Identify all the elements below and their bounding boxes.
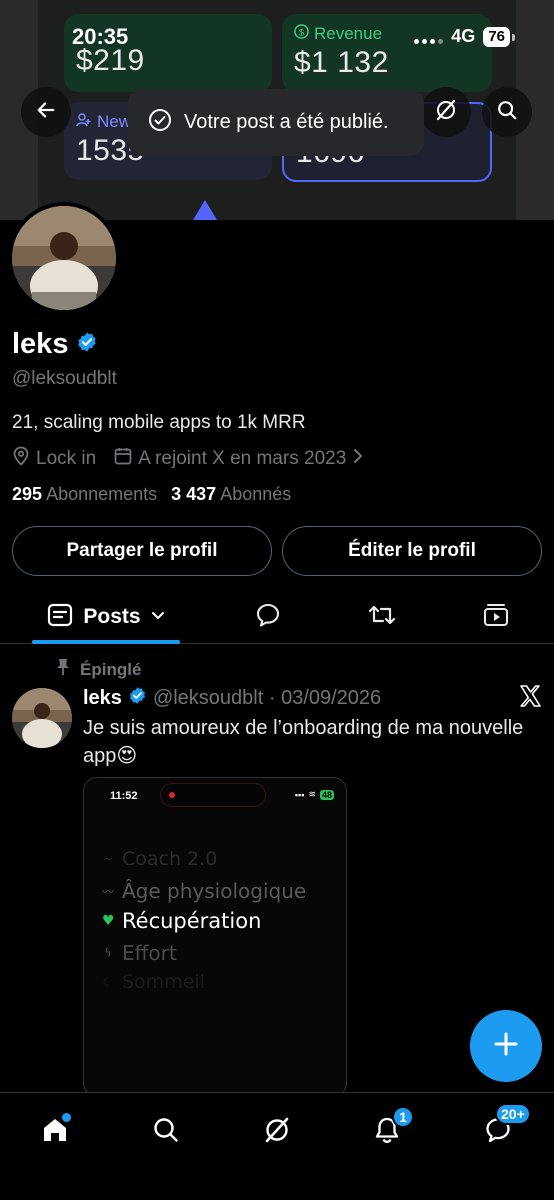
trend-icon: 〰 bbox=[102, 884, 115, 899]
search-button[interactable] bbox=[482, 87, 532, 137]
post-text: Je suis amoureux de l’onboarding de ma n… bbox=[83, 717, 524, 767]
verified-badge-icon bbox=[128, 686, 147, 711]
profile-meta: Lock in A rejoint X en mars 2023 bbox=[12, 446, 364, 472]
compose-button[interactable] bbox=[470, 1010, 542, 1082]
banner-card-2-label: Revenue bbox=[314, 24, 383, 43]
nav-notifications[interactable]: 1 bbox=[362, 1106, 414, 1157]
tab-replies[interactable] bbox=[243, 590, 293, 644]
users-icon bbox=[76, 112, 92, 132]
toast-text: Votre post a été publié. bbox=[184, 111, 389, 133]
chevron-down-icon bbox=[151, 608, 165, 626]
nav-search[interactable] bbox=[141, 1107, 191, 1157]
signal-icon bbox=[414, 30, 444, 44]
grok-icon bbox=[434, 98, 458, 127]
media-signal-icon: ▪▪▪ bbox=[294, 789, 305, 800]
media-wifi-icon: ≋ bbox=[308, 789, 316, 799]
following-link[interactable]: 295 Abonnements bbox=[12, 484, 157, 505]
dollar-circle-icon: $ bbox=[294, 24, 309, 44]
media-menu-item: ☾ Sommeil bbox=[102, 971, 205, 993]
pin-icon bbox=[56, 658, 70, 681]
notifications-badge: 1 bbox=[392, 1106, 414, 1128]
status-bar-right: 4G 76 bbox=[414, 26, 515, 47]
battery-indicator: 76 bbox=[483, 26, 515, 47]
following-count: 295 bbox=[12, 484, 43, 504]
media-menu-item: ϟ Effort bbox=[102, 941, 177, 965]
media-battery: 48 bbox=[319, 789, 334, 800]
search-icon bbox=[496, 99, 518, 126]
media-menu-item: ~ Coach 2.0 bbox=[102, 848, 218, 870]
plus-icon bbox=[492, 1030, 520, 1063]
network-type: 4G bbox=[451, 26, 476, 46]
moon-icon: ☾ bbox=[102, 975, 114, 989]
edit-profile-button[interactable]: Éditer le profil bbox=[282, 526, 542, 576]
profile-tabs: Posts bbox=[0, 590, 554, 644]
banner-card-2-value: $1 132 bbox=[294, 46, 389, 79]
post-header: leks @leksoudblt · 03/09/2026 bbox=[83, 686, 381, 711]
post-author-name[interactable]: leks bbox=[83, 687, 122, 710]
repost-icon bbox=[367, 603, 397, 632]
profile-location: Lock in bbox=[36, 448, 97, 469]
media-menu-item: 〰 Âge physiologique bbox=[102, 879, 307, 903]
calendar-icon bbox=[114, 447, 132, 471]
tab-posts[interactable]: Posts bbox=[32, 590, 180, 644]
post-published-toast: Votre post a été publié. bbox=[128, 89, 424, 156]
profile-name: leks bbox=[12, 328, 69, 360]
posts-icon bbox=[47, 603, 73, 632]
arrow-left-icon bbox=[35, 99, 57, 126]
x-logo-icon bbox=[518, 684, 542, 715]
back-button[interactable] bbox=[21, 87, 71, 137]
banner-card-3-label: New bbox=[97, 112, 132, 131]
tab-reposts[interactable] bbox=[357, 590, 407, 644]
post-media[interactable]: 11:52 ▪▪▪ ≋ 48 ~ Coach 2.0 〰 Âge physiol… bbox=[83, 777, 347, 1097]
nav-home[interactable] bbox=[30, 1107, 80, 1157]
follow-stats: 295 Abonnements 3 437 Abonnés bbox=[12, 484, 291, 505]
home-unread-dot bbox=[62, 1113, 71, 1122]
following-label: Abonnements bbox=[46, 484, 158, 504]
location-pin-icon bbox=[12, 446, 30, 472]
reply-bubble-icon bbox=[255, 602, 281, 633]
followers-link[interactable]: 3 437 Abonnés bbox=[171, 484, 291, 505]
status-time: 20:35 bbox=[72, 24, 129, 49]
post-meta: @leksoudblt · 03/09/2026 bbox=[152, 687, 382, 709]
media-menu-item-active: ♥ Récupération bbox=[102, 909, 262, 933]
grok-button[interactable] bbox=[421, 87, 471, 137]
followers-label: Abonnés bbox=[220, 484, 292, 504]
pinned-label: Épinglé bbox=[56, 658, 141, 681]
profile-handle: @leksoudblt bbox=[12, 368, 117, 389]
verified-badge-icon[interactable] bbox=[76, 331, 98, 358]
media-dynamic-island bbox=[160, 783, 266, 807]
profile-avatar[interactable] bbox=[8, 202, 120, 314]
search-icon bbox=[152, 1116, 180, 1149]
nav-messages[interactable]: 20+ bbox=[473, 1103, 531, 1157]
bottom-navigation: 1 20+ bbox=[0, 1092, 554, 1200]
heart-icon: ♥ bbox=[102, 913, 115, 929]
nav-grok[interactable] bbox=[252, 1107, 302, 1157]
avatar-image bbox=[12, 206, 116, 310]
tab-posts-label: Posts bbox=[83, 605, 141, 628]
coach-icon: ~ bbox=[102, 852, 114, 866]
video-stack-icon bbox=[482, 602, 510, 633]
grok-icon bbox=[262, 1115, 292, 1150]
messages-badge: 20+ bbox=[495, 1103, 531, 1125]
banner-pointer-shape bbox=[193, 200, 217, 220]
svg-text:$: $ bbox=[299, 27, 305, 37]
post-avatar[interactable] bbox=[12, 688, 72, 748]
tab-active-indicator bbox=[32, 640, 180, 644]
tab-media[interactable] bbox=[471, 590, 521, 644]
media-status-time: 11:52 bbox=[110, 790, 138, 802]
media-status-right: ▪▪▪ ≋ 48 bbox=[295, 789, 334, 800]
check-circle-icon bbox=[148, 108, 172, 138]
bolt-icon: ϟ bbox=[104, 946, 112, 960]
share-profile-button[interactable]: Partager le profil bbox=[12, 526, 272, 576]
profile-joined-date: A rejoint X en mars 2023 bbox=[138, 448, 347, 469]
profile-bio: 21, scaling mobile apps to 1k MRR bbox=[12, 412, 306, 433]
chevron-right-icon[interactable] bbox=[352, 448, 364, 470]
pinned-text: Épinglé bbox=[80, 659, 142, 679]
followers-count: 3 437 bbox=[171, 484, 217, 504]
